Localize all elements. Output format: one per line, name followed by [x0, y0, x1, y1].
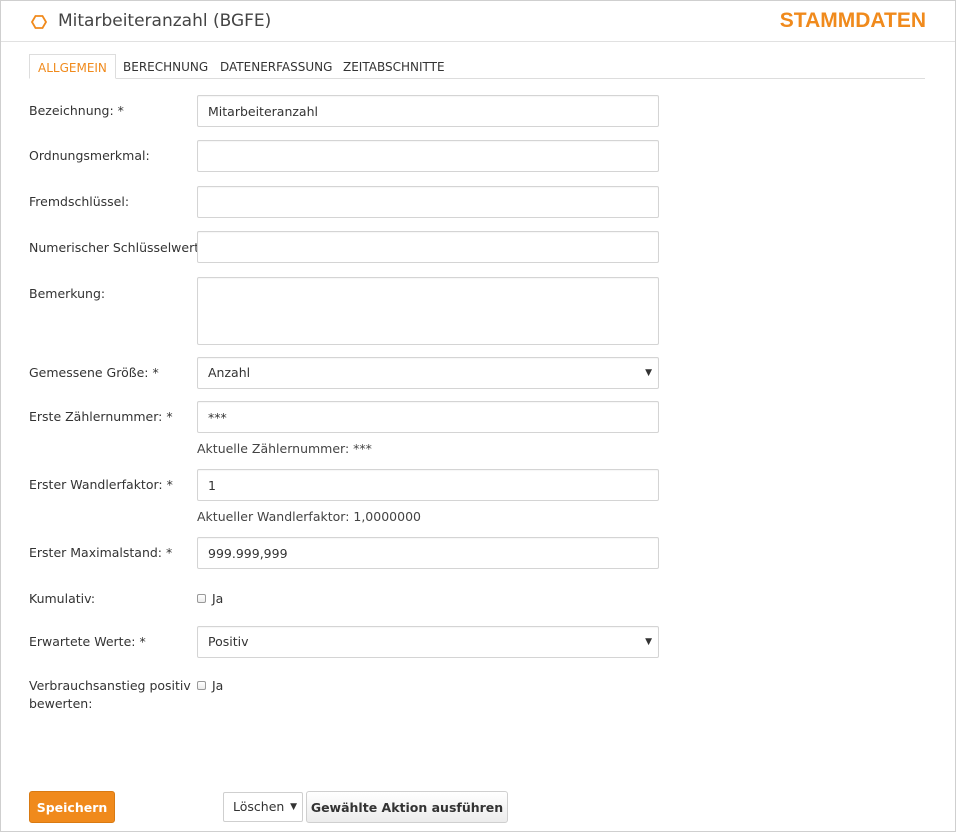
- kumulativ-checkbox-label: Ja: [212, 591, 224, 606]
- hexagon-icon: [31, 15, 47, 29]
- action-select[interactable]: Löschen ▼: [223, 792, 303, 822]
- execute-action-button[interactable]: Gewählte Aktion ausführen: [306, 791, 508, 823]
- bemerkung-textarea[interactable]: [197, 277, 659, 345]
- brand-label: STAMMDATEN: [779, 9, 926, 32]
- verbrauchsanstieg-checkbox-label: Ja: [212, 678, 224, 693]
- gemessene-groesse-value: Anzahl: [208, 365, 251, 380]
- caret-down-icon: ▼: [645, 368, 652, 378]
- erwartete-werte-select[interactable]: Positiv ▼: [197, 626, 659, 658]
- tab-bar: ALLGEMEIN BERECHNUNG DATENERFASSUNG ZEIT…: [29, 54, 925, 79]
- verbrauchsanstieg-checkbox[interactable]: [197, 681, 206, 690]
- label-ordnungsmerkmal: Ordnungsmerkmal:: [29, 148, 150, 163]
- kumulativ-checkbox[interactable]: [197, 594, 206, 603]
- erster-wandlerfaktor-input[interactable]: [197, 469, 659, 501]
- label-erster-wandlerfaktor: Erster Wandlerfaktor: *: [29, 477, 173, 492]
- fremdschluessel-input[interactable]: [197, 186, 659, 218]
- main-window: Mitarbeiteranzahl (BGFE) STAMMDATEN ALLG…: [0, 0, 956, 832]
- erster-maximalstand-input[interactable]: [197, 537, 659, 569]
- label-erster-maximalstand: Erster Maximalstand: *: [29, 545, 173, 560]
- page-title: Mitarbeiteranzahl (BGFE): [58, 11, 272, 31]
- bezeichnung-input[interactable]: [197, 95, 659, 127]
- label-numerischer-schluesselwert: Numerischer Schlüsselwert:: [29, 240, 204, 255]
- label-gemessene-groesse: Gemessene Größe: *: [29, 365, 159, 380]
- ordnungsmerkmal-input[interactable]: [197, 140, 659, 172]
- label-verbrauchsanstieg-line2: bewerten:: [29, 696, 93, 711]
- verbrauchsanstieg-option: Ja: [197, 678, 223, 693]
- label-kumulativ: Kumulativ:: [29, 591, 96, 606]
- tab-berechnung[interactable]: BERECHNUNG: [115, 54, 216, 78]
- tab-zeitabschnitte[interactable]: ZEITABSCHNITTE: [335, 54, 453, 78]
- tab-allgemein[interactable]: ALLGEMEIN: [29, 54, 116, 79]
- label-erste-zaehlernummer: Erste Zählernummer: *: [29, 409, 173, 424]
- page-header: Mitarbeiteranzahl (BGFE) STAMMDATEN: [1, 1, 955, 42]
- numerischer-schluesselwert-input[interactable]: [197, 231, 659, 263]
- label-bezeichnung: Bezeichnung: *: [29, 103, 124, 118]
- label-bemerkung: Bemerkung:: [29, 286, 106, 301]
- erwartete-werte-value: Positiv: [208, 634, 249, 649]
- erste-zaehlernummer-input[interactable]: [197, 401, 659, 433]
- aktueller-wandlerfaktor-text: Aktueller Wandlerfaktor: 1,0000000: [197, 509, 421, 524]
- save-button[interactable]: Speichern: [29, 791, 115, 823]
- caret-down-icon: ▼: [645, 637, 652, 647]
- action-select-value: Löschen: [233, 799, 285, 814]
- label-fremdschluessel: Fremdschlüssel:: [29, 194, 130, 209]
- label-erwartete-werte: Erwartete Werte: *: [29, 634, 146, 649]
- aktuelle-zaehlernummer-text: Aktuelle Zählernummer: ***: [197, 441, 372, 456]
- label-verbrauchsanstieg-line1: Verbrauchsanstieg positiv: [29, 678, 191, 693]
- caret-down-icon: ▼: [290, 802, 297, 812]
- kumulativ-option: Ja: [197, 591, 223, 606]
- gemessene-groesse-select[interactable]: Anzahl ▼: [197, 357, 659, 389]
- tab-datenerfassung[interactable]: DATENERFASSUNG: [212, 54, 340, 78]
